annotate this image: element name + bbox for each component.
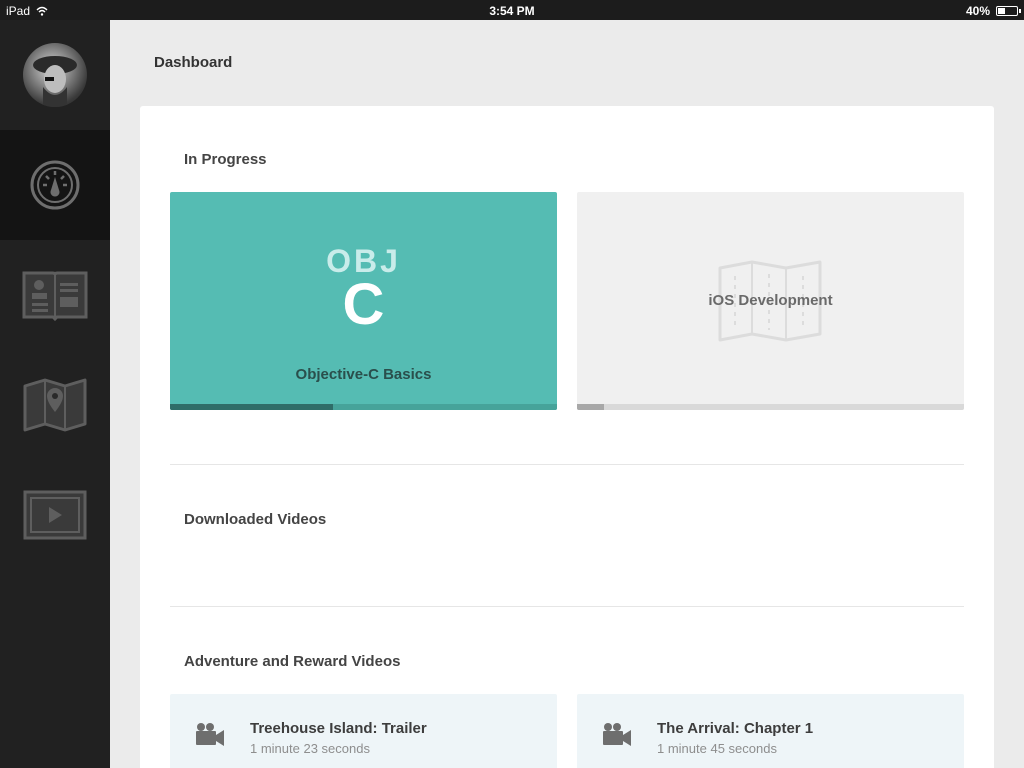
sidebar-item-videos[interactable] bbox=[0, 460, 110, 570]
status-bar: iPad 3:54 PM 40% bbox=[0, 0, 1024, 20]
battery-icon bbox=[996, 6, 1021, 16]
course-progress-bar bbox=[170, 404, 557, 410]
adventure-videos-heading: Adventure and Reward Videos bbox=[184, 653, 401, 670]
video-camera-icon bbox=[603, 723, 631, 746]
main-content: Dashboard In Progress OBJ C Objective-C … bbox=[110, 20, 1024, 768]
battery-percent: 40% bbox=[965, 4, 990, 18]
course-card-ios-development[interactable]: iOS Development bbox=[577, 192, 964, 410]
page-title: Dashboard bbox=[154, 54, 233, 71]
dashboard-panel: In Progress OBJ C Objective-C Basics iOS… bbox=[140, 106, 994, 768]
sidebar-item-dashboard[interactable] bbox=[0, 130, 110, 240]
video-duration: 1 minute 23 seconds bbox=[250, 741, 370, 756]
video-item-the-arrival-chapter-1[interactable]: The Arrival: Chapter 1 1 minute 45 secon… bbox=[577, 694, 964, 768]
video-item-treehouse-island-trailer[interactable]: Treehouse Island: Trailer 1 minute 23 se… bbox=[170, 694, 557, 768]
course-title: Objective-C Basics bbox=[295, 366, 432, 383]
sidebar-item-library[interactable] bbox=[0, 240, 110, 350]
course-progress-fill bbox=[170, 404, 333, 410]
video-duration: 1 minute 45 seconds bbox=[657, 741, 777, 756]
library-book-icon bbox=[22, 271, 88, 321]
tracks-map-icon bbox=[23, 378, 87, 432]
video-title: Treehouse Island: Trailer bbox=[250, 720, 427, 737]
video-play-icon bbox=[23, 490, 87, 540]
avatar-container bbox=[0, 20, 110, 130]
section-divider bbox=[170, 606, 964, 607]
section-divider bbox=[170, 464, 964, 465]
sidebar-item-tracks[interactable] bbox=[0, 350, 110, 460]
dashboard-gauge-icon bbox=[30, 160, 80, 210]
logo-bottom-text: C bbox=[342, 272, 385, 337]
course-card-objective-c[interactable]: OBJ C Objective-C Basics bbox=[170, 192, 557, 410]
sidebar bbox=[0, 20, 110, 768]
course-title: iOS Development bbox=[708, 292, 833, 309]
video-title: The Arrival: Chapter 1 bbox=[657, 720, 814, 737]
avatar-portrait-icon bbox=[33, 56, 77, 107]
downloaded-videos-heading: Downloaded Videos bbox=[184, 511, 327, 528]
course-progress-fill bbox=[577, 404, 605, 410]
course-progress-bar bbox=[577, 404, 964, 410]
status-time: 3:54 PM bbox=[489, 4, 535, 18]
in-progress-heading: In Progress bbox=[184, 151, 267, 168]
status-right: 40% bbox=[965, 4, 1021, 18]
objective-c-logo: OBJ C bbox=[170, 244, 557, 337]
video-camera-icon bbox=[196, 723, 224, 746]
avatar[interactable] bbox=[23, 43, 87, 107]
